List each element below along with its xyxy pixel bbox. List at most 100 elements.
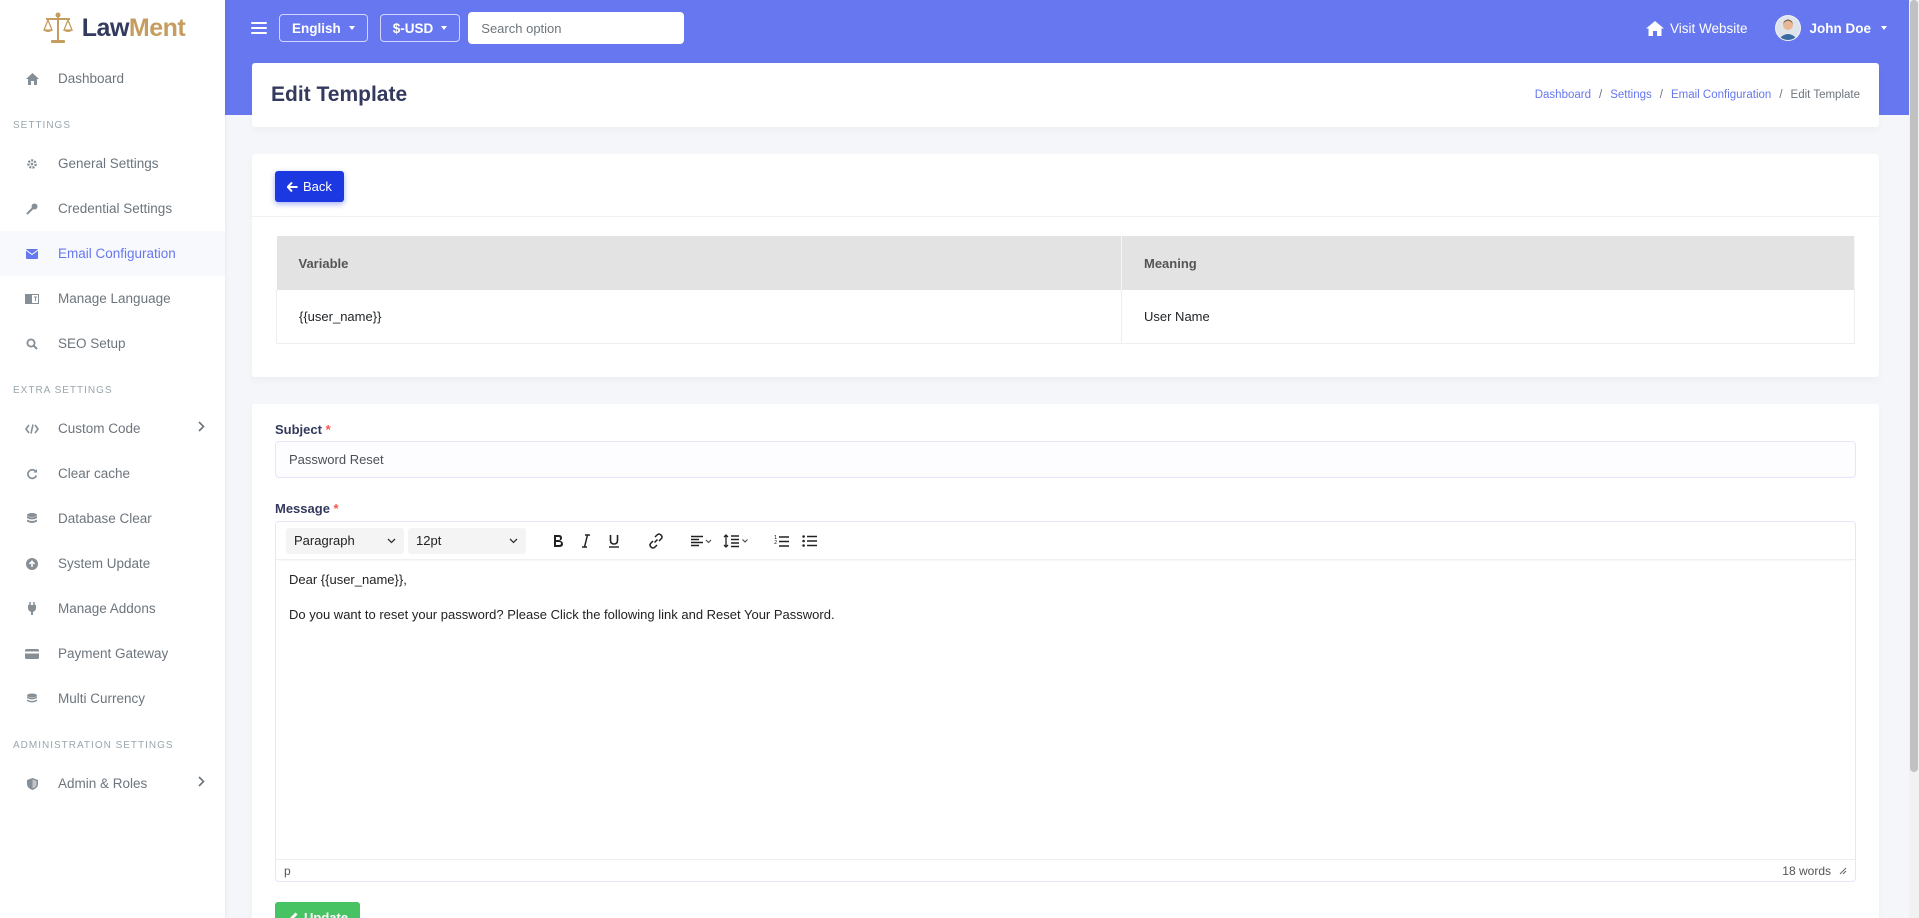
breadcrumb-email-configuration[interactable]: Email Configuration — [1671, 89, 1771, 101]
avatar — [1775, 15, 1802, 41]
currency-label: $-USD — [392, 20, 434, 36]
breadcrumb: Dashboard / Settings / Email Configurati… — [1535, 89, 1860, 101]
editor-content-area[interactable]: Dear {{user_name}}, Do you want to reset… — [276, 560, 1855, 654]
subject-input[interactable] — [275, 441, 1856, 478]
table-header-row: Variable Meaning — [276, 236, 1855, 290]
block-format-select[interactable]: Paragraph — [286, 527, 404, 554]
element-path[interactable]: p — [284, 864, 291, 878]
italic-icon — [582, 533, 590, 548]
underline-button[interactable] — [600, 527, 628, 555]
font-size-value: 12pt — [416, 533, 442, 548]
caret-down-icon — [348, 26, 355, 30]
breadcrumb-separator: / — [1659, 89, 1663, 101]
sidebar-item-dashboard[interactable]: Dashboard — [0, 56, 225, 101]
font-size-select[interactable]: 12pt — [408, 527, 526, 554]
shield-icon — [24, 776, 40, 792]
subject-label: Subject * — [275, 422, 331, 437]
sidebar-item-clear-cache[interactable]: Clear cache — [0, 451, 225, 496]
sidebar-item-manage-language[interactable]: Manage Language — [0, 276, 225, 321]
user-menu[interactable]: John Doe — [1775, 15, 1887, 41]
update-button[interactable]: Update — [275, 902, 361, 918]
back-button[interactable]: Back — [275, 171, 344, 202]
sidebar-item-multi-currency[interactable]: Multi Currency — [0, 676, 225, 721]
menu-toggle-icon[interactable] — [251, 19, 267, 37]
scales-of-justice-icon — [42, 12, 73, 43]
gear-icon — [24, 156, 40, 172]
currency-dropdown[interactable]: $-USD — [379, 14, 461, 42]
breadcrumb-settings[interactable]: Settings — [1610, 89, 1652, 101]
required-marker: * — [325, 422, 331, 437]
sidebar-item-general-settings[interactable]: General Settings — [0, 141, 225, 186]
bullet-list-button[interactable] — [796, 527, 824, 555]
sidebar-item-system-update[interactable]: System Update — [0, 541, 225, 586]
top-navbar: English $-USD Visit Website John Doe — [225, 0, 1909, 56]
caret-down-icon — [1881, 26, 1887, 30]
line-height-dropdown[interactable] — [718, 527, 754, 555]
sidebar-item-label: System Update — [58, 556, 151, 571]
variables-table: Variable Meaning {{user_name}} User Name — [276, 236, 1855, 344]
home-icon — [24, 71, 40, 87]
sidebar-item-admin-roles[interactable]: Admin & Roles — [0, 761, 225, 806]
template-form-card: Subject * Message * Paragraph 12pt — [252, 404, 1879, 918]
caret-down-icon — [441, 26, 448, 30]
ordered-list-button[interactable]: 12 — [768, 527, 796, 555]
message-editor: Paragraph 12pt 1 2 Dear {{user_name}}, D… — [275, 521, 1856, 882]
arrow-left-icon — [287, 181, 298, 192]
sidebar: LawMent Dashboard Settings General Setti… — [0, 0, 225, 918]
page-header: Edit Template Dashboard / Settings / Ema… — [252, 63, 1879, 127]
sidebar-item-credential-settings[interactable]: Credential Settings — [0, 186, 225, 231]
sidebar-item-seo-setup[interactable]: SEO Setup — [0, 321, 225, 366]
variables-card: Back Variable Meaning {{user_name}} User… — [252, 154, 1879, 377]
sidebar-item-label: Email Configuration — [58, 246, 176, 261]
word-count: 18 words — [1782, 863, 1831, 878]
sidebar-item-custom-code[interactable]: Custom Code — [0, 406, 225, 451]
sidebar-item-label: Dashboard — [58, 71, 125, 86]
scrollbar-thumb[interactable] — [1910, 0, 1918, 772]
sidebar-item-label: Manage Language — [58, 291, 171, 306]
user-name: John Doe — [1809, 20, 1871, 36]
message-label: Message * — [275, 501, 339, 516]
upload-icon — [24, 556, 40, 572]
sidebar-item-database-clear[interactable]: Database Clear — [0, 496, 225, 541]
update-label: Update — [304, 909, 349, 918]
align-dropdown[interactable] — [684, 527, 718, 555]
menu-header-settings: Settings — [13, 120, 72, 131]
key-icon — [24, 201, 40, 217]
message-line: Dear {{user_name}}, — [289, 572, 407, 587]
page-scrollbar[interactable] — [1909, 0, 1919, 918]
bold-button[interactable] — [544, 527, 572, 555]
sidebar-item-label: Admin & Roles — [58, 776, 148, 791]
home-icon — [1645, 20, 1664, 36]
bullet-list-icon — [802, 534, 817, 547]
italic-button[interactable] — [572, 527, 600, 555]
breadcrumb-separator: / — [1779, 89, 1783, 101]
link-icon — [649, 532, 663, 549]
brand-name: LawMent — [81, 13, 186, 42]
brand[interactable]: LawMent — [0, 0, 225, 56]
sidebar-item-manage-addons[interactable]: Manage Addons — [0, 586, 225, 631]
sidebar-item-label: Manage Addons — [58, 601, 156, 616]
breadcrumb-dashboard[interactable]: Dashboard — [1535, 89, 1591, 101]
sidebar-item-label: Clear cache — [58, 466, 131, 481]
chevron-down-icon — [509, 538, 518, 543]
sidebar-item-payment-gateway[interactable]: Payment Gateway — [0, 631, 225, 676]
sidebar-item-label: Database Clear — [58, 511, 152, 526]
variable-cell: {{user_name}} — [276, 290, 1122, 344]
language-dropdown[interactable]: English — [279, 14, 368, 42]
align-left-icon — [691, 535, 712, 546]
search-input[interactable] — [468, 12, 685, 44]
editor-statusbar: p 18 words — [276, 859, 1855, 881]
user-avatar-icon — [1778, 19, 1799, 40]
resize-handle-icon[interactable] — [1839, 867, 1847, 875]
subject-label-text: Subject — [275, 422, 322, 437]
database-icon — [24, 511, 40, 527]
code-icon — [24, 421, 40, 437]
envelope-icon — [24, 246, 40, 262]
sidebar-item-email-configuration[interactable]: Email Configuration — [0, 231, 225, 276]
visit-website-link[interactable]: Visit Website — [1645, 20, 1747, 36]
menu-header-extra-settings: Extra Settings — [13, 385, 113, 396]
link-button[interactable] — [642, 527, 670, 555]
sidebar-item-label: Payment Gateway — [58, 646, 169, 661]
chevron-right-icon — [198, 776, 205, 787]
language-label: English — [292, 20, 341, 36]
